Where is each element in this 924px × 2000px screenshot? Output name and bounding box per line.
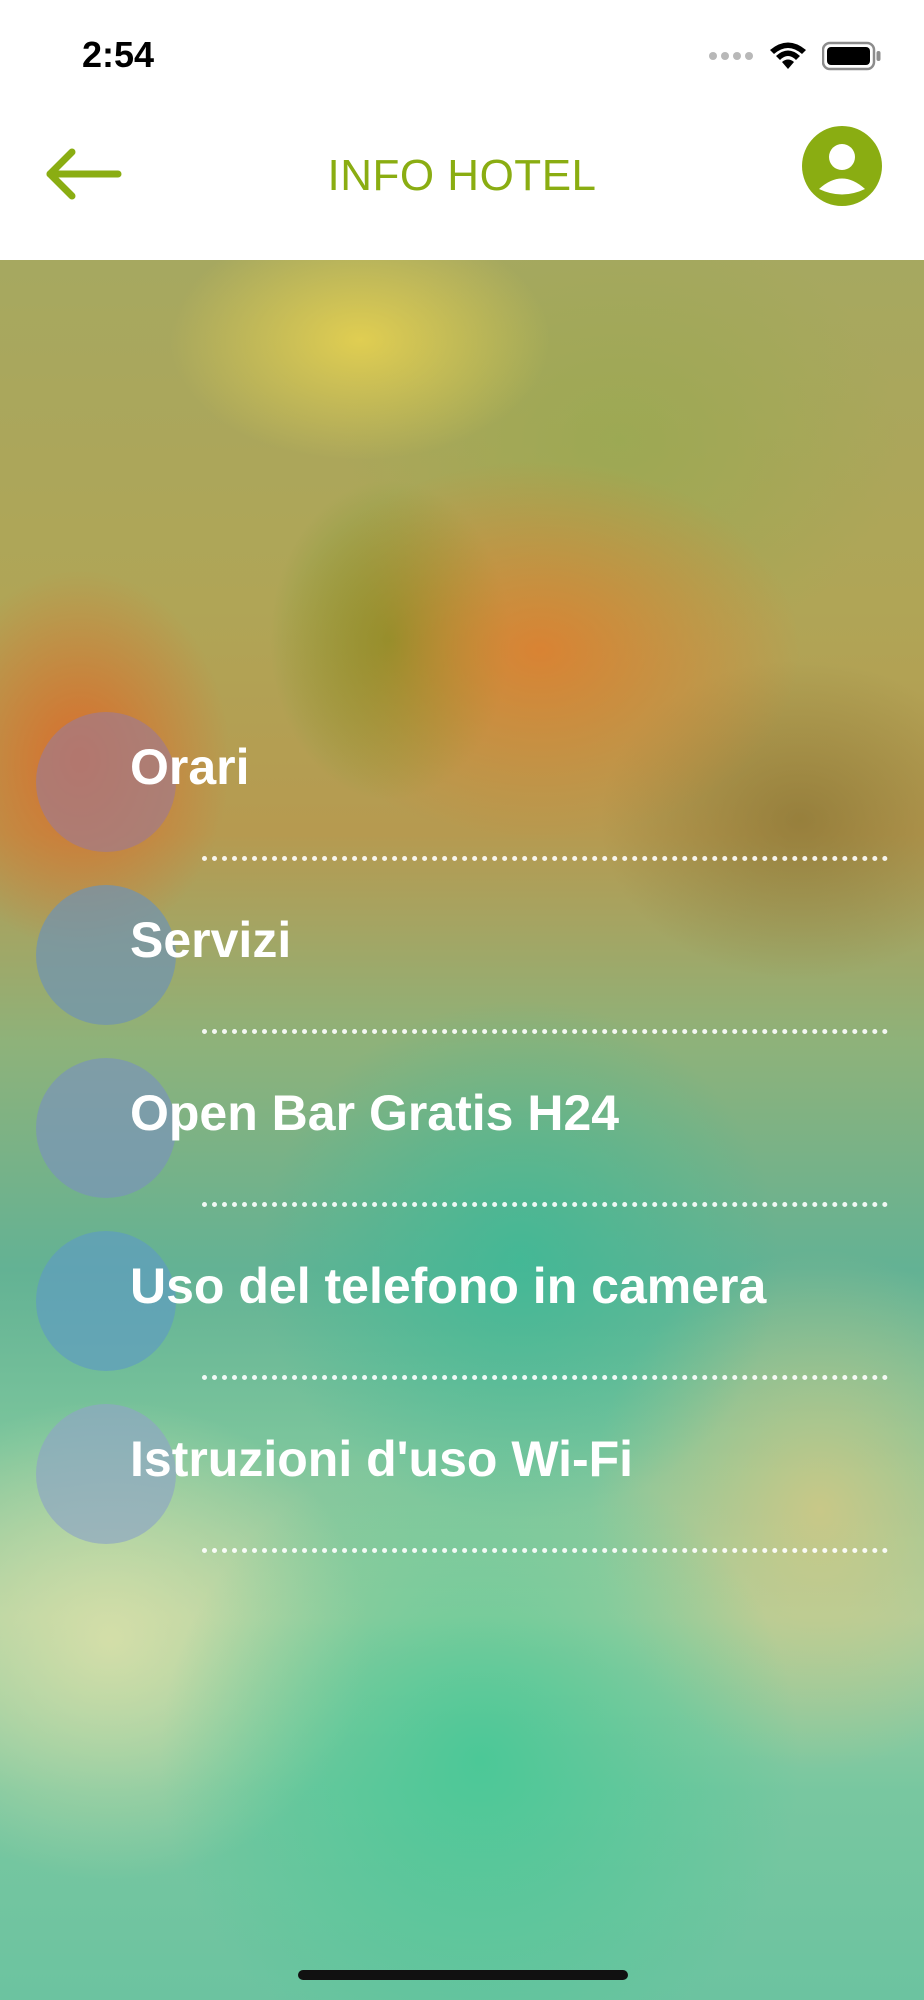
menu-item-open-bar[interactable]: Open Bar Gratis H24 <box>0 606 924 1207</box>
profile-button[interactable] <box>802 126 882 206</box>
menu-item-wifi[interactable]: Istruzioni d'uso Wi-Fi <box>0 952 924 1553</box>
menu-divider <box>202 1202 888 1207</box>
nav-bar: INFO HOTEL <box>0 110 924 261</box>
home-indicator[interactable] <box>298 1970 628 1980</box>
menu-item-orari[interactable]: Orari <box>0 260 924 861</box>
battery-icon <box>821 41 882 76</box>
status-time: 2:54 <box>82 34 155 75</box>
menu-item-label: Uso del telefono in camera <box>130 1258 767 1314</box>
menu-item-telefono[interactable]: Uso del telefono in camera <box>0 779 924 1380</box>
wifi-icon <box>768 41 808 76</box>
menu-divider <box>202 1375 888 1380</box>
page-title: INFO HOTEL <box>327 151 597 200</box>
status-icons <box>708 40 882 76</box>
signal-icon <box>708 49 754 68</box>
content-area: Orari Servizi Open Bar Gratis H24 Uso de… <box>0 260 924 2000</box>
menu-divider <box>202 1548 888 1553</box>
menu-item-label: Istruzioni d'uso Wi-Fi <box>130 1431 634 1487</box>
status-bar: 2:54 <box>0 0 924 110</box>
menu-item-servizi[interactable]: Servizi <box>0 433 924 1034</box>
